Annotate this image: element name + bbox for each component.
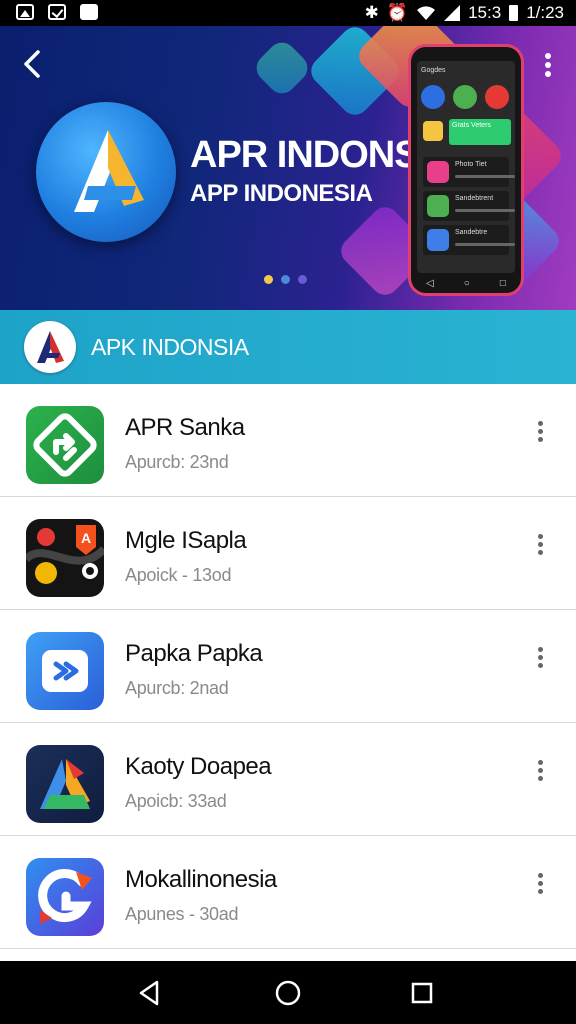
system-nav-bar — [0, 961, 576, 1024]
blue-play-icon — [26, 632, 104, 710]
phone-app-icon — [423, 121, 443, 141]
status-bar: ✱ ⏰ 15:3 1/:23 — [0, 0, 576, 26]
status-time-right: 1/:23 — [526, 3, 564, 22]
wifi-icon — [417, 6, 436, 20]
decor-tile — [250, 36, 314, 100]
list-item[interactable]: APR Sanka Apurcb: 23nd — [0, 384, 576, 497]
app-name: Kaoty Doapea — [125, 753, 272, 780]
phone-recents-icon: □ — [499, 277, 506, 289]
more-vert-icon[interactable] — [528, 757, 552, 791]
app-name: Mokallinonesia — [125, 866, 277, 893]
svg-text:A: A — [81, 530, 91, 546]
recents-square-icon[interactable] — [406, 977, 438, 1009]
more-vert-icon[interactable] — [528, 418, 552, 452]
banner-subtitle: APP INDONESIA — [190, 180, 373, 207]
phone-header: Gogdes — [421, 67, 446, 74]
apk-logo — [36, 102, 176, 242]
green-arrow-icon — [26, 406, 104, 484]
phone-mockup: Gogdes Grats Veters Photo Tiet Sandebtre… — [408, 44, 524, 296]
phone-home-icon: ○ — [463, 277, 470, 289]
back-arrow-icon[interactable] — [18, 48, 50, 80]
back-triangle-icon[interactable] — [133, 977, 165, 1009]
phone-row-label: Sandebtrent — [455, 195, 494, 202]
phone-row-line — [455, 243, 515, 246]
logo-a-icon — [74, 130, 144, 212]
phone-row-line — [455, 209, 515, 212]
phone-row-icon — [427, 195, 449, 217]
phone-app-icon — [421, 85, 445, 109]
more-vert-icon[interactable] — [528, 644, 552, 678]
map-pins-icon: A — [26, 519, 104, 597]
app-name: Papka Papka — [125, 640, 263, 667]
pager-dot[interactable] — [298, 275, 307, 284]
more-vert-icon[interactable] — [528, 531, 552, 565]
hero-banner: APR INDONSIA APP INDONESIA Gogdes Grats … — [0, 26, 576, 310]
pager-dot[interactable] — [264, 275, 273, 284]
settings-icon: ✱ — [364, 3, 379, 22]
app-meta: Apunes - 30ad — [125, 904, 239, 924]
app-meta: Apoicb: 33ad — [125, 791, 227, 811]
overflow-menu-icon[interactable] — [536, 50, 560, 80]
list-item[interactable]: Mokallinonesia Apunes - 30ad — [0, 836, 576, 949]
phone-screen: Gogdes Grats Veters Photo Tiet Sandebtre… — [417, 61, 515, 273]
photo-icon — [80, 4, 98, 20]
more-vert-icon[interactable] — [528, 870, 552, 904]
app-meta: Apurcb: 2nad — [125, 678, 229, 698]
status-time-left: 15:3 — [468, 3, 502, 22]
phone-row: Sandebtrent — [423, 191, 515, 221]
logo-a-icon — [37, 331, 64, 363]
list-item[interactable]: Kaoty Doapea Apoicb: 33ad — [0, 723, 576, 836]
phone-card-text: Grats Veters — [452, 122, 491, 129]
phone-card: Grats Veters — [449, 119, 511, 145]
letter-a-icon — [26, 745, 104, 823]
pager-dots — [264, 275, 307, 284]
phone-row-label: Sandebtre — [455, 229, 488, 236]
battery-icon — [509, 5, 519, 21]
swirl-g-icon — [26, 858, 104, 936]
section-logo — [24, 321, 76, 373]
check-icon — [48, 4, 66, 20]
phone-row: Photo Tiet — [423, 157, 515, 187]
section-header: APK INDONSIA — [0, 310, 576, 384]
signal-icon — [444, 5, 461, 21]
phone-app-icon — [453, 85, 477, 109]
app-name: Mgle ISapla — [125, 527, 247, 554]
section-title: APK INDONSIA — [91, 334, 249, 360]
phone-row-icon — [427, 229, 449, 251]
home-circle-icon[interactable] — [272, 977, 304, 1009]
app-meta: Apoick - 13od — [125, 565, 232, 585]
phone-row: Sandebtre — [423, 225, 515, 255]
phone-app-icon — [485, 85, 509, 109]
list-item[interactable]: A Mgle ISapla Apoick - 13od — [0, 497, 576, 610]
app-list: APR Sanka Apurcb: 23nd A Mgle ISapla Apo… — [0, 384, 576, 949]
phone-back-icon: ◁ — [426, 277, 434, 289]
phone-row-line — [455, 175, 515, 178]
image-icon — [16, 4, 34, 20]
phone-row-label: Photo Tiet — [455, 161, 487, 168]
pager-dot[interactable] — [281, 275, 290, 284]
phone-nav: ◁ ○ □ — [411, 275, 521, 291]
phone-row-icon — [427, 161, 449, 183]
list-item[interactable]: Papka Papka Apurcb: 2nad — [0, 610, 576, 723]
alarm-icon: ⏰ — [386, 3, 409, 22]
app-name: APR Sanka — [125, 414, 245, 441]
app-meta: Apurcb: 23nd — [125, 452, 229, 472]
